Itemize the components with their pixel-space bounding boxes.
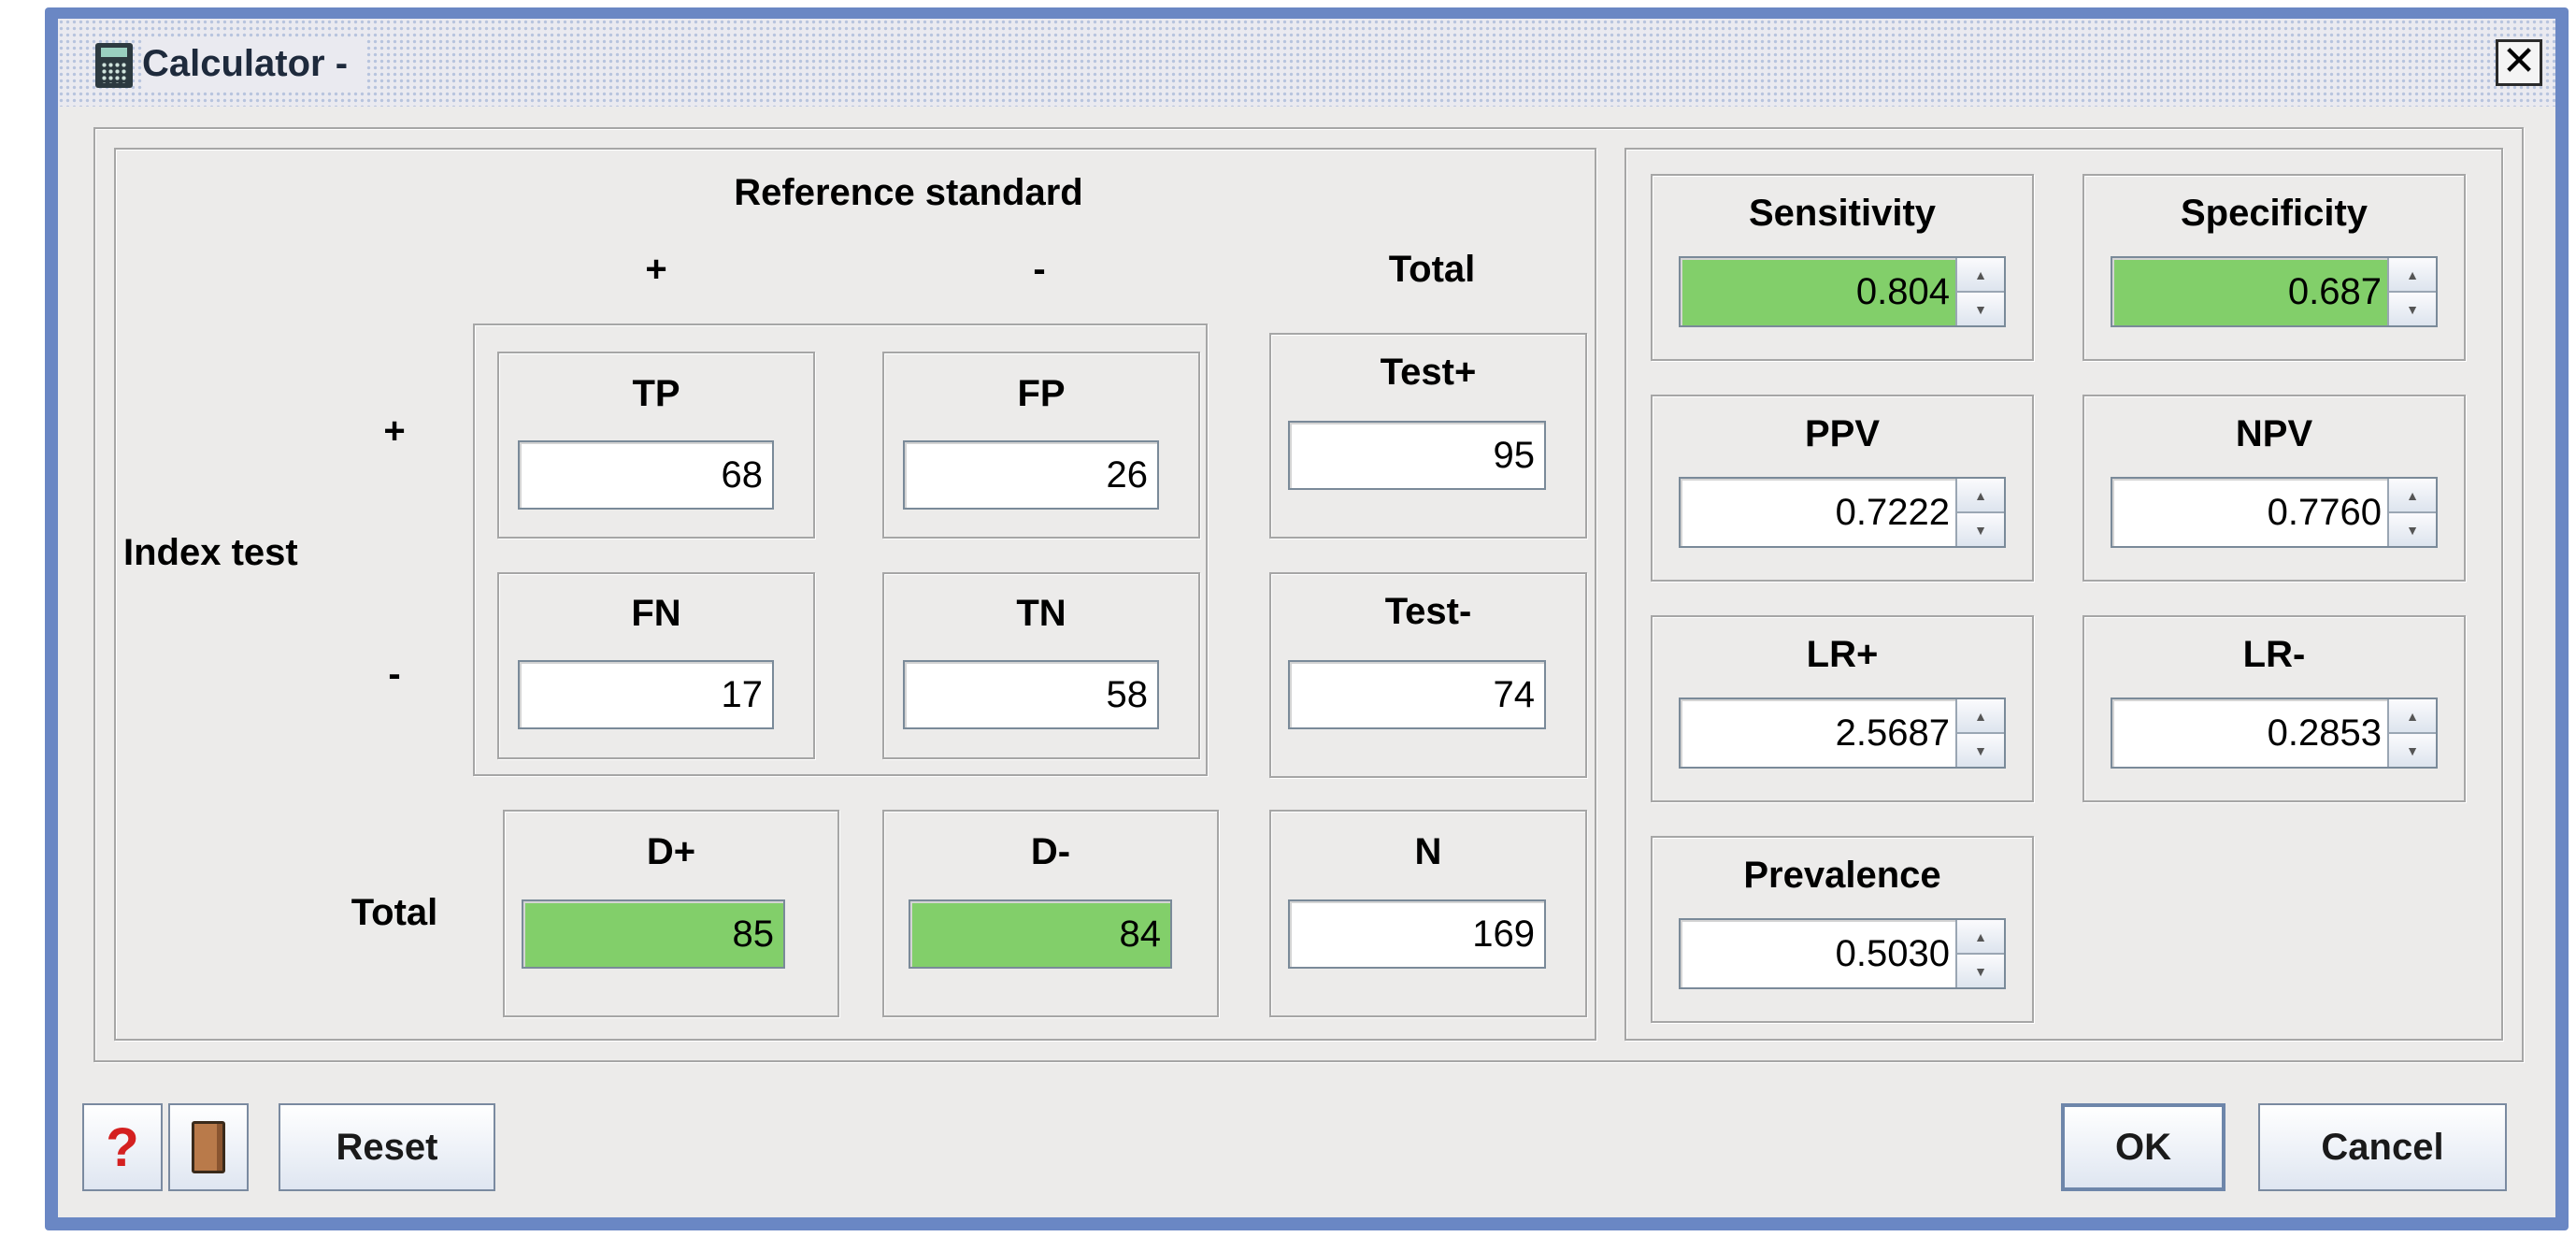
d-positive-input[interactable]: 85 xyxy=(522,899,785,969)
help-icon: ? xyxy=(106,1116,139,1178)
help-button[interactable]: ? xyxy=(82,1103,163,1191)
reset-button[interactable]: Reset xyxy=(279,1103,495,1191)
d-positive-label: D+ xyxy=(646,831,696,872)
ppv-value[interactable]: 0.7222 xyxy=(1681,479,1955,546)
spinner-up-icon[interactable]: ▲ xyxy=(1957,920,2004,953)
lr-negative-value[interactable]: 0.2853 xyxy=(2112,699,2387,767)
tp-label: TP xyxy=(632,373,680,414)
index-positive-label: + xyxy=(383,410,406,452)
spinner-up-icon[interactable]: ▲ xyxy=(2389,699,2436,732)
dialog-content: Reference standard + - Total Index test … xyxy=(58,107,2555,1217)
lr-positive-label: LR+ xyxy=(1806,634,1879,675)
spinner-down-icon[interactable]: ▼ xyxy=(1957,732,2004,767)
index-test-label: Index test xyxy=(123,532,298,573)
ok-button[interactable]: OK xyxy=(2061,1103,2225,1191)
lr-negative-label: LR- xyxy=(2242,634,2306,675)
specificity-value[interactable]: 0.687 xyxy=(2112,258,2387,325)
ppv-spinner[interactable]: 0.7222 ▲ ▼ xyxy=(1679,477,2006,548)
calculator-window: Calculator - ✕ Reference standard + - To… xyxy=(45,7,2569,1230)
tn-label: TN xyxy=(1016,593,1066,634)
reference-standard-label: Reference standard xyxy=(734,172,1083,213)
ref-negative-header: - xyxy=(1033,249,1046,290)
close-icon: ✕ xyxy=(2501,38,2537,84)
specificity-label: Specificity xyxy=(2180,193,2368,234)
test-negative-input[interactable]: 74 xyxy=(1288,660,1546,729)
specificity-spinner[interactable]: 0.687 ▲ ▼ xyxy=(2111,256,2438,327)
spinner-down-icon[interactable]: ▼ xyxy=(1957,953,2004,987)
fn-label: FN xyxy=(631,593,681,634)
index-negative-label: - xyxy=(388,654,401,695)
lr-positive-value[interactable]: 2.5687 xyxy=(1681,699,1955,767)
npv-label: NPV xyxy=(2235,413,2313,454)
spinner-down-icon[interactable]: ▼ xyxy=(1957,511,2004,546)
ref-positive-header: + xyxy=(645,249,667,290)
ref-total-header: Total xyxy=(1388,249,1476,290)
title-bar[interactable]: Calculator - ✕ xyxy=(58,19,2555,107)
fp-label: FP xyxy=(1017,373,1066,414)
fn-input[interactable]: 17 xyxy=(518,660,774,729)
d-negative-input[interactable]: 84 xyxy=(909,899,1172,969)
spinner-down-icon[interactable]: ▼ xyxy=(2389,732,2436,767)
n-input[interactable]: 169 xyxy=(1288,899,1546,969)
test-positive-input[interactable]: 95 xyxy=(1288,421,1546,490)
lr-positive-spinner[interactable]: 2.5687 ▲ ▼ xyxy=(1679,698,2006,769)
spinner-up-icon[interactable]: ▲ xyxy=(2389,258,2436,291)
lr-negative-spinner[interactable]: 0.2853 ▲ ▼ xyxy=(2111,698,2438,769)
spinner-down-icon[interactable]: ▼ xyxy=(2389,511,2436,546)
close-button[interactable]: ✕ xyxy=(2496,39,2542,86)
sensitivity-spinner[interactable]: 0.804 ▲ ▼ xyxy=(1679,256,2006,327)
sensitivity-value[interactable]: 0.804 xyxy=(1681,258,1955,325)
npv-value[interactable]: 0.7760 xyxy=(2112,479,2387,546)
cancel-button[interactable]: Cancel xyxy=(2258,1103,2507,1191)
book-icon xyxy=(192,1121,225,1173)
spinner-up-icon[interactable]: ▲ xyxy=(1957,479,2004,511)
d-negative-label: D- xyxy=(1030,831,1071,872)
n-label: N xyxy=(1414,831,1442,872)
prevalence-spinner[interactable]: 0.5030 ▲ ▼ xyxy=(1679,918,2006,989)
total-row-label: Total xyxy=(351,892,438,933)
spinner-down-icon[interactable]: ▼ xyxy=(1957,291,2004,325)
book-button[interactable] xyxy=(168,1103,249,1191)
npv-spinner[interactable]: 0.7760 ▲ ▼ xyxy=(2111,477,2438,548)
prevalence-label: Prevalence xyxy=(1743,855,1941,896)
spinner-up-icon[interactable]: ▲ xyxy=(2389,479,2436,511)
spinner-down-icon[interactable]: ▼ xyxy=(2389,291,2436,325)
test-negative-label: Test- xyxy=(1384,591,1472,632)
spinner-up-icon[interactable]: ▲ xyxy=(1957,258,2004,291)
fp-input[interactable]: 26 xyxy=(903,440,1159,510)
sensitivity-label: Sensitivity xyxy=(1748,193,1937,234)
tn-input[interactable]: 58 xyxy=(903,660,1159,729)
prevalence-value[interactable]: 0.5030 xyxy=(1681,920,1955,987)
spinner-up-icon[interactable]: ▲ xyxy=(1957,699,2004,732)
ppv-label: PPV xyxy=(1804,413,1881,454)
test-positive-label: Test+ xyxy=(1380,352,1477,393)
tp-input[interactable]: 68 xyxy=(518,440,774,510)
calculator-icon xyxy=(95,43,133,88)
window-title: Calculator - xyxy=(142,37,365,90)
